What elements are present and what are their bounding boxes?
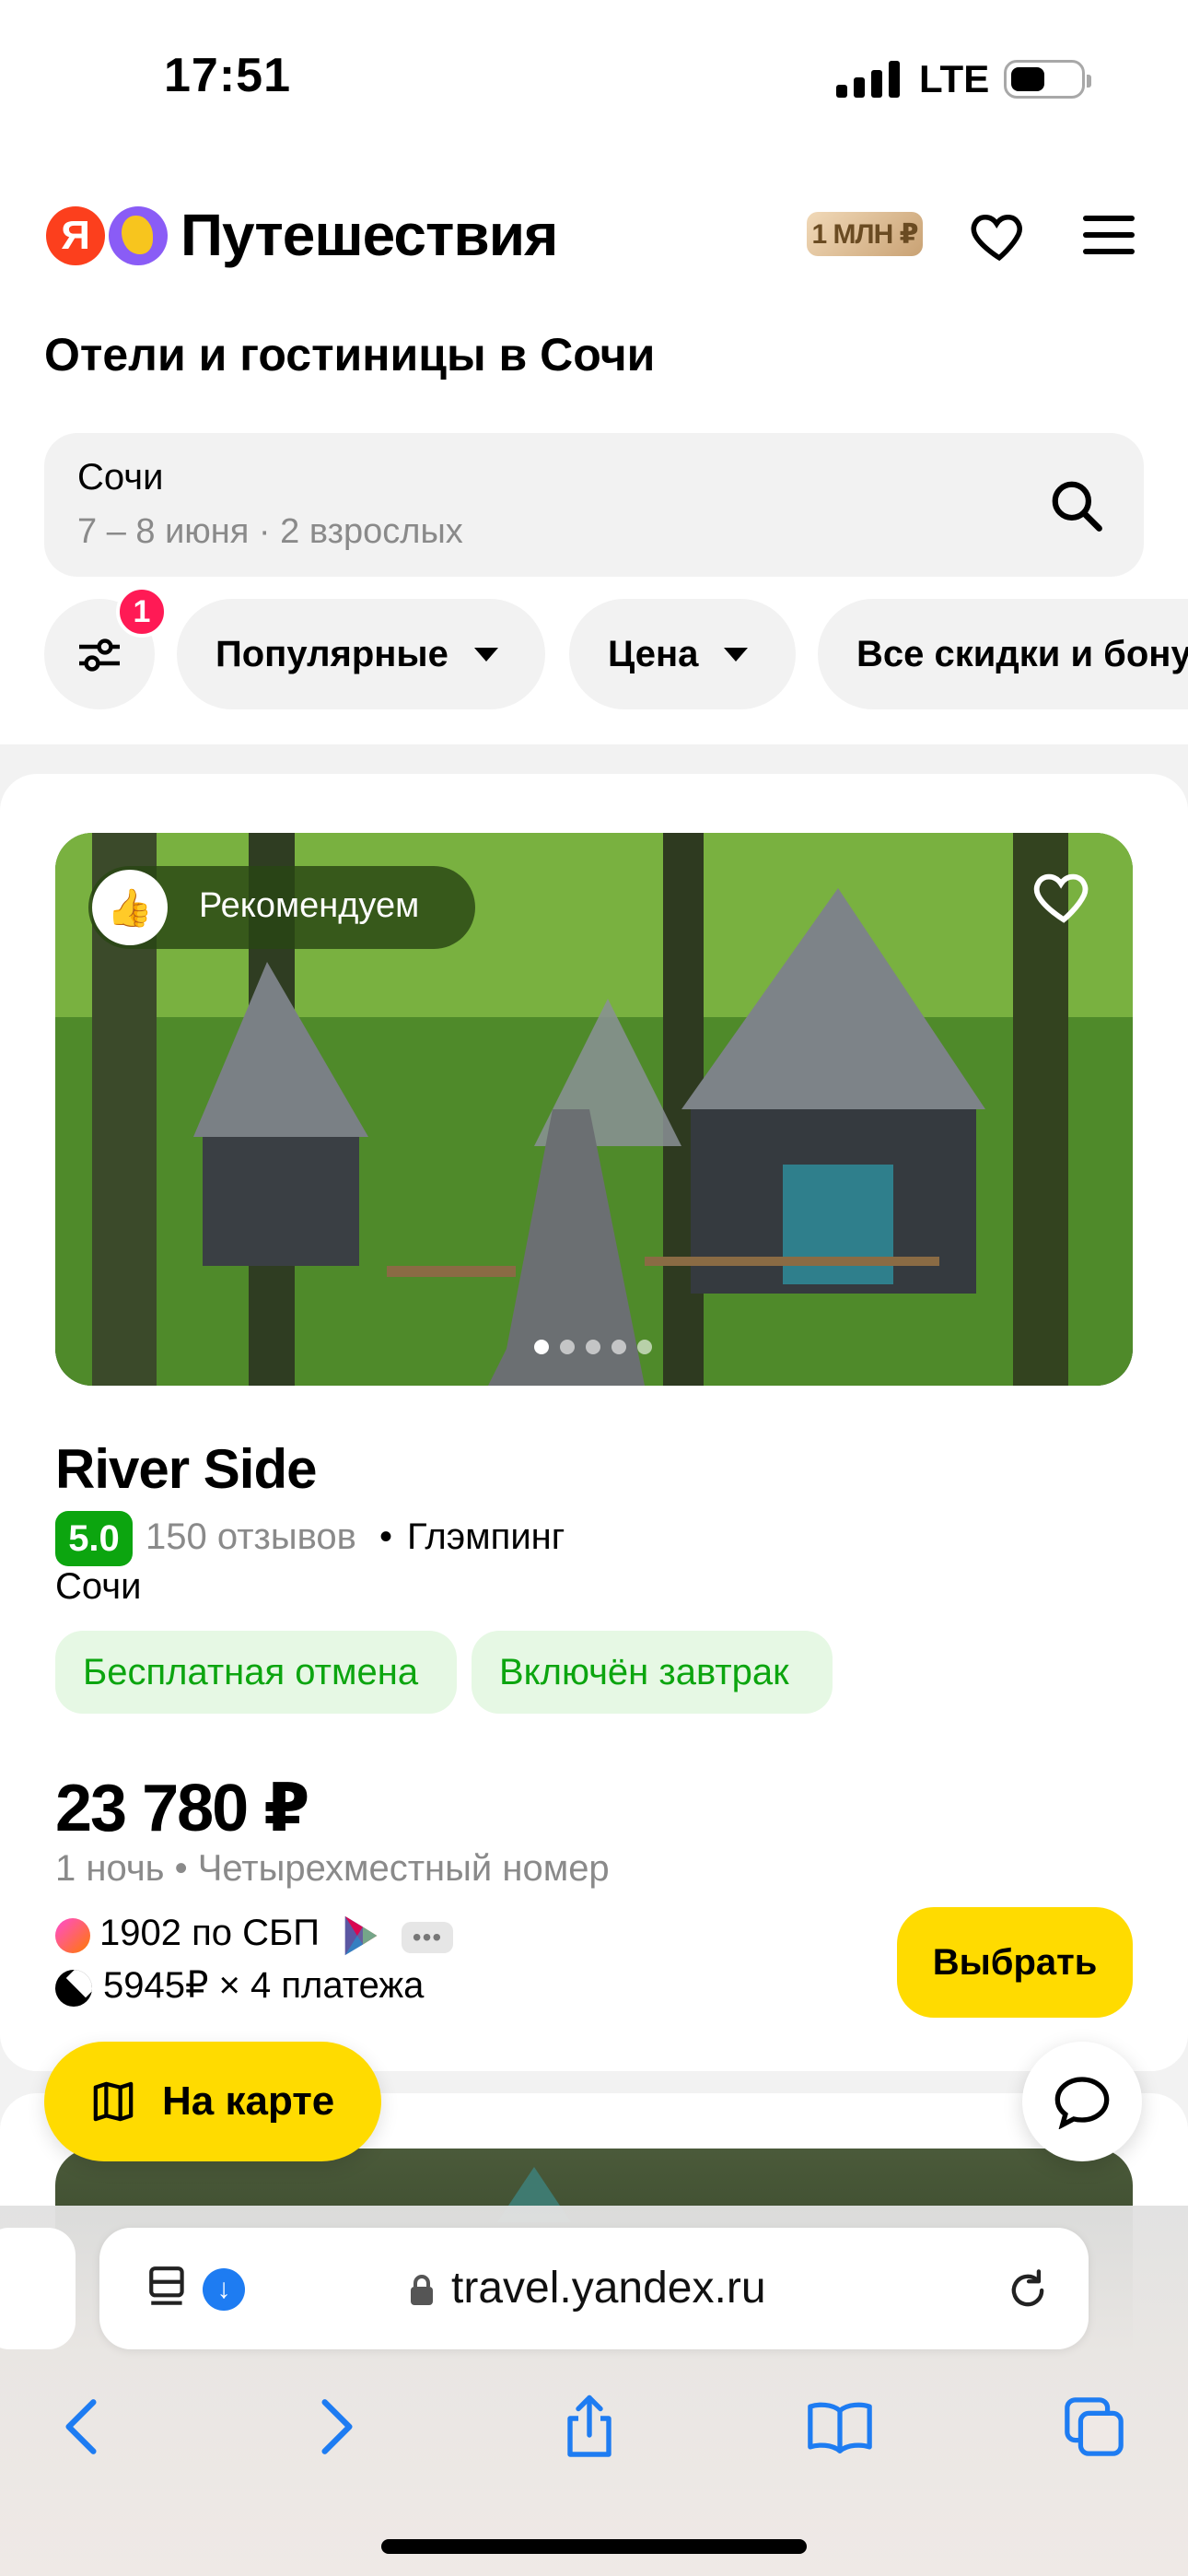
yandex-logo-icon[interactable]: Я: [46, 206, 105, 265]
chevron-right-icon: [321, 2399, 353, 2454]
hotel-name[interactable]: River Side: [55, 1437, 317, 1501]
recommended-badge: 👍 Рекомендуем: [88, 866, 475, 949]
split-payment-text: 5945₽ × 4 платежа: [103, 1965, 425, 2006]
network-label: LTE: [919, 57, 990, 100]
lock-icon: [411, 2275, 433, 2305]
home-indicator: [381, 2539, 807, 2554]
search-summary[interactable]: Сочи 7 – 8 июня · 2 взрослых: [44, 433, 1144, 577]
search-icon[interactable]: [1048, 477, 1105, 534]
page-title: Отели и гостиницы в Сочи: [44, 329, 656, 381]
thumbs-up-icon: 👍: [92, 870, 168, 945]
browser-toolbar: ↓ travel.yandex.ru: [0, 2206, 1188, 2576]
travel-globe-icon[interactable]: [109, 206, 168, 265]
menu-icon[interactable]: [1081, 212, 1138, 258]
sliders-icon: [79, 638, 120, 672]
recommended-label: Рекомендуем: [199, 886, 420, 925]
reviews-count[interactable]: 150 отзывов: [146, 1516, 356, 1558]
price-details: 1 ночь • Четырехместный номер: [55, 1848, 610, 1889]
hotel-card[interactable]: 👍 Рекомендуем River Side 5.0 150 отзывов…: [0, 774, 1188, 2071]
search-city: Сочи: [77, 457, 164, 498]
map-button-label: На карте: [162, 2078, 335, 2124]
share-button[interactable]: [553, 2390, 626, 2464]
chat-button[interactable]: [1022, 2042, 1142, 2161]
discounts-chip[interactable]: Все скидки и бонусы: [818, 599, 1188, 709]
separator-dot: •: [379, 1516, 393, 1557]
favorites-heart-icon[interactable]: [969, 205, 1030, 265]
chevron-down-icon: [473, 647, 498, 662]
sbp-cashback-icon: [55, 1918, 90, 1953]
discounts-chip-label: Все скидки и бонусы: [856, 633, 1188, 674]
price-chip-label: Цена: [608, 633, 699, 674]
book-icon: [808, 2402, 872, 2453]
split-payment-icon: [55, 1970, 92, 2007]
chevron-left-icon: [65, 2399, 97, 2454]
search-dates-guests: 7 – 8 июня · 2 взрослых: [77, 512, 463, 551]
price: 23 780 ₽: [55, 1772, 309, 1845]
sort-popular-chip[interactable]: Популярные: [177, 599, 545, 709]
site-header: Я Путешествия 1 МЛН ₽: [0, 184, 1188, 286]
promo-badge[interactable]: 1 МЛН ₽: [807, 212, 923, 256]
back-button[interactable]: [44, 2390, 118, 2464]
status-time: 17:51: [164, 49, 291, 102]
signal-icon: [836, 61, 901, 98]
choose-button[interactable]: Выбрать: [897, 1907, 1133, 2018]
photo-pagination: [534, 1340, 652, 1354]
forward-button[interactable]: [300, 2390, 374, 2464]
sbp-cashback-text: 1902 по СБП: [99, 1913, 320, 1953]
url-text: travel.yandex.ru: [451, 2264, 766, 2313]
map-icon: [93, 2081, 134, 2122]
chevron-down-icon: [724, 647, 749, 662]
map-button[interactable]: На карте: [44, 2042, 381, 2161]
filter-bar: Популярные Цена Все скидки и бонусы: [44, 599, 1188, 711]
chat-bubble-icon: [1054, 2077, 1110, 2129]
bookmarks-button[interactable]: [803, 2390, 877, 2464]
reload-icon[interactable]: [1004, 2266, 1052, 2314]
hotel-photo[interactable]: 👍 Рекомендуем: [55, 833, 1133, 1386]
sort-popular-label: Популярные: [215, 633, 448, 674]
address-bar[interactable]: ↓ travel.yandex.ru: [99, 2228, 1089, 2349]
battery-icon: [1004, 60, 1091, 99]
tabs-icon: [1065, 2397, 1124, 2456]
rating-badge: 5.0: [55, 1511, 133, 1566]
brand-name[interactable]: Путешествия: [181, 201, 558, 269]
previous-tab-preview[interactable]: [0, 2228, 76, 2349]
more-payment-options[interactable]: •••: [402, 1922, 453, 1953]
accommodation-type: Глэмпинг: [407, 1516, 565, 1557]
add-to-favorites-icon[interactable]: [1031, 866, 1096, 925]
status-bar: 17:51 LTE: [0, 0, 1188, 157]
tabs-button[interactable]: [1057, 2390, 1131, 2464]
breakfast-included-tag: Включён завтрак: [472, 1631, 833, 1714]
free-cancellation-tag: Бесплатная отмена: [55, 1631, 457, 1714]
hotel-city: Сочи: [55, 1566, 142, 1607]
share-icon: [567, 2395, 611, 2457]
download-icon[interactable]: ↓: [203, 2268, 245, 2311]
sbp-logo-icon: [344, 1915, 378, 1956]
filter-count-badge: 1: [116, 586, 168, 638]
price-chip[interactable]: Цена: [569, 599, 796, 709]
page-menu-icon[interactable]: [147, 2265, 190, 2311]
